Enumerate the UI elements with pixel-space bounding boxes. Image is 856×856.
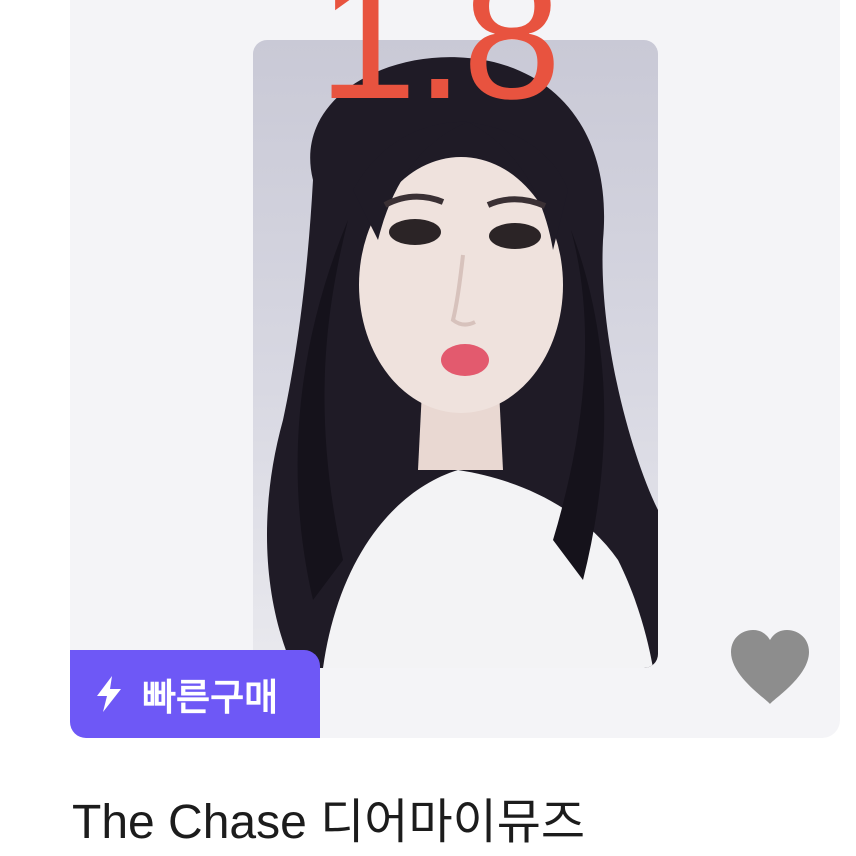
price-overlay: 1.8 bbox=[318, 0, 561, 136]
listing-title[interactable]: The Chase 디어마이뮤즈 bbox=[72, 782, 585, 852]
quick-buy-label: 빠른구매 bbox=[142, 676, 279, 719]
heart-icon[interactable] bbox=[727, 628, 813, 706]
lightning-bolt-icon bbox=[97, 676, 121, 712]
quick-buy-badge[interactable]: 빠른구매 bbox=[70, 650, 320, 738]
